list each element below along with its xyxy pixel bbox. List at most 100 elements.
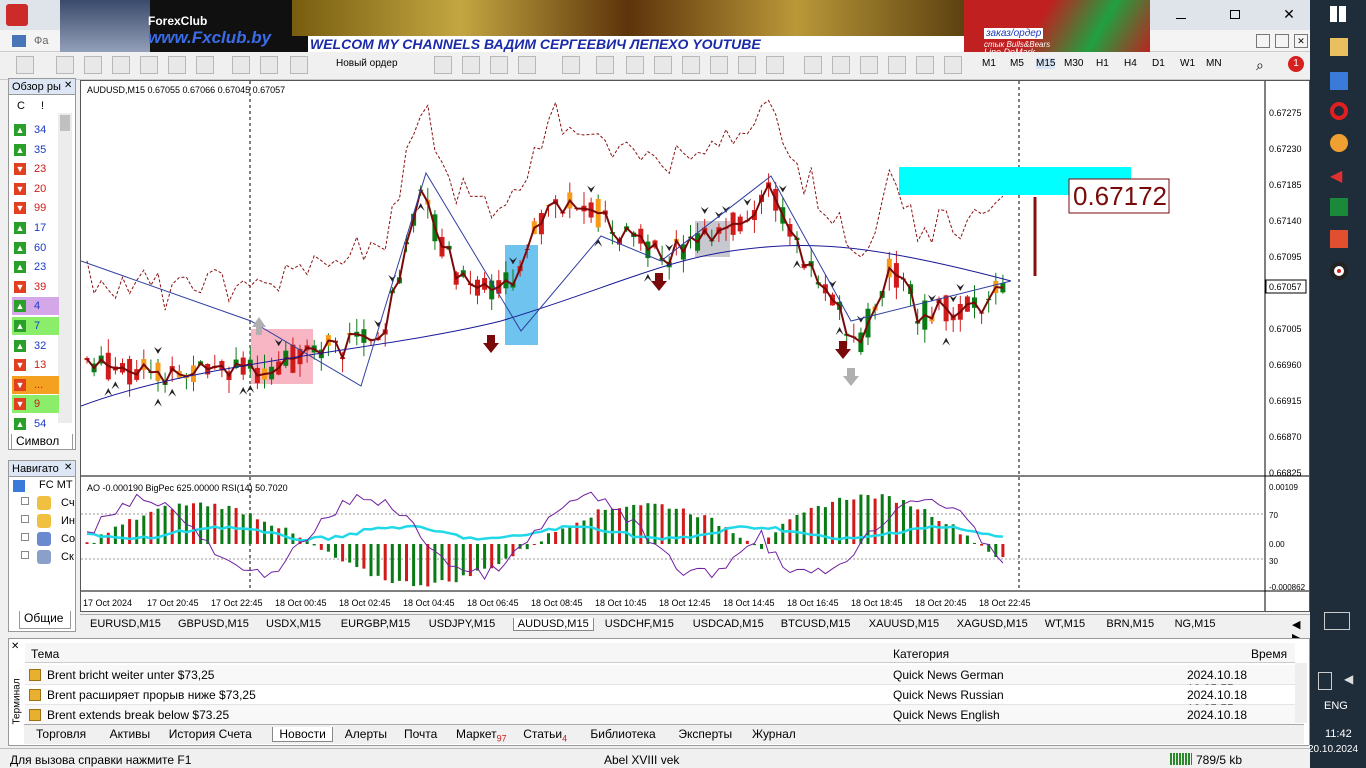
- crosshair-icon[interactable]: [654, 56, 672, 74]
- watch-row[interactable]: ▼ 13: [12, 356, 59, 374]
- opera-icon[interactable]: [1330, 102, 1348, 120]
- tf-d1[interactable]: D1: [1152, 58, 1165, 69]
- terminal-close-icon[interactable]: ✕: [11, 641, 19, 652]
- symbol-tab[interactable]: BRN,M15: [1102, 618, 1158, 630]
- nav-indicators[interactable]: Ин: [61, 515, 75, 527]
- news-row[interactable]: Brent extends break below $73.25 Quick Ne…: [25, 705, 1295, 736]
- watch-row[interactable]: ▼ 39: [12, 278, 59, 296]
- child-minimize-button[interactable]: [1256, 34, 1270, 48]
- menu-file[interactable]: Фа: [34, 35, 48, 47]
- tf-m30[interactable]: M30: [1064, 58, 1083, 69]
- paint-icon[interactable]: [1330, 134, 1348, 152]
- expand-icon[interactable]: [21, 551, 29, 559]
- watch-row[interactable]: ▼ 99: [12, 199, 59, 217]
- tf-h1[interactable]: H1: [1096, 58, 1109, 69]
- trendline-icon[interactable]: [738, 56, 756, 74]
- ad-banner[interactable]: ForexClub www.Fxclub.by WELCOM MY CHANNE…: [60, 0, 1150, 56]
- expand-icon[interactable]: [21, 497, 29, 505]
- terminal-tab[interactable]: Торговля: [30, 727, 92, 741]
- zoom-in-icon[interactable]: [434, 56, 452, 74]
- symbol-tab[interactable]: EURUSD,M15: [86, 618, 165, 630]
- nav-root[interactable]: FC MT: [39, 479, 73, 491]
- terminal-app-icon[interactable]: [1330, 230, 1348, 248]
- navigator-close-icon[interactable]: ✕: [64, 462, 72, 473]
- terminal-tab[interactable]: Статьи4: [517, 727, 573, 743]
- rectangle-icon[interactable]: [832, 56, 850, 74]
- new-chart-icon[interactable]: [16, 56, 34, 74]
- terminal-tab[interactable]: История Счета: [163, 727, 258, 741]
- ellipse-icon[interactable]: [804, 56, 822, 74]
- text-icon[interactable]: [888, 56, 906, 74]
- expand-icon[interactable]: [21, 515, 29, 523]
- child-close-button[interactable]: ✕: [1294, 34, 1308, 48]
- templates-icon[interactable]: [596, 56, 614, 74]
- child-restore-button[interactable]: [1275, 34, 1289, 48]
- symbol-tab[interactable]: EURGBP,M15: [337, 618, 415, 630]
- expand-icon[interactable]: [21, 533, 29, 541]
- tf-w1[interactable]: W1: [1180, 58, 1195, 69]
- terminal-tab[interactable]: Алерты: [339, 727, 393, 741]
- watch-row[interactable]: ▲ 4: [12, 297, 59, 316]
- col-time[interactable]: Время: [1251, 647, 1287, 661]
- line-chart-icon[interactable]: [518, 56, 536, 74]
- symbol-tab[interactable]: USDJPY,M15: [425, 618, 499, 630]
- tf-mn[interactable]: MN: [1206, 58, 1222, 69]
- calculator-icon[interactable]: [1330, 198, 1348, 216]
- symbol-tab[interactable]: NG,M15: [1171, 618, 1220, 630]
- terminal-scrollbar[interactable]: [1295, 663, 1307, 723]
- indicators-icon[interactable]: [562, 56, 580, 74]
- label-icon[interactable]: [916, 56, 934, 74]
- news-row[interactable]: Brent расширяет прорыв ниже $73,25 Quick …: [25, 685, 1295, 716]
- auto-trading-icon[interactable]: [232, 56, 250, 74]
- tester-icon[interactable]: [196, 56, 214, 74]
- terminal-tab[interactable]: Почта: [398, 727, 443, 741]
- navigator-icon[interactable]: [112, 56, 130, 74]
- profiles-icon[interactable]: [56, 56, 74, 74]
- watch-row[interactable]: ▼ 20: [12, 180, 59, 198]
- col-category[interactable]: Категория: [893, 647, 949, 661]
- watch-row[interactable]: ▼ 23: [12, 160, 59, 178]
- watch-row[interactable]: ▼...: [12, 375, 59, 394]
- watch-row[interactable]: ▲ 23: [12, 258, 59, 276]
- nav-scripts[interactable]: Ск: [61, 551, 74, 563]
- terminal-tab[interactable]: Маркет97: [450, 727, 513, 743]
- symbol-tab[interactable]: XAUUSD,M15: [865, 618, 943, 630]
- new-order-icon[interactable]: [290, 56, 308, 74]
- symbol-tab[interactable]: BTCUSD,M15: [777, 618, 855, 630]
- vertical-line-icon[interactable]: [682, 56, 700, 74]
- horizontal-line-icon[interactable]: [710, 56, 728, 74]
- network-icon[interactable]: [1318, 672, 1332, 690]
- terminal-tab[interactable]: Журнал: [746, 727, 802, 741]
- symbol-tab[interactable]: USDCAD,M15: [689, 618, 768, 630]
- watch-row[interactable]: ▲ 17: [12, 219, 59, 237]
- nav-accounts[interactable]: Сч: [61, 497, 75, 509]
- tf-m5[interactable]: M5: [1010, 58, 1024, 69]
- news-row[interactable]: Brent bricht weiter unter $73,25 Quick Ne…: [25, 665, 1295, 696]
- symbol-tab[interactable]: USDX,M15: [262, 618, 325, 630]
- watch-scrollbar[interactable]: [58, 113, 72, 423]
- symbol-tab[interactable]: XAGUSD,M15: [953, 618, 1032, 630]
- watch-row[interactable]: ▲ 7: [12, 317, 59, 335]
- symbol-tab[interactable]: WT,M15: [1041, 618, 1089, 630]
- explorer-icon[interactable]: [1330, 38, 1348, 56]
- options-icon[interactable]: [260, 56, 278, 74]
- symbol-tab[interactable]: GBPUSD,M15: [174, 618, 253, 630]
- tf-m1[interactable]: M1: [982, 58, 996, 69]
- watch-row[interactable]: ▲ 32: [12, 337, 59, 355]
- close-button[interactable]: ✕: [1276, 6, 1302, 24]
- maximize-button[interactable]: [1222, 6, 1248, 24]
- nav-experts[interactable]: Со: [61, 533, 75, 545]
- volume-icon[interactable]: ◀: [1344, 672, 1358, 690]
- status-profile[interactable]: Abel XVIII vek: [604, 753, 679, 767]
- windows-start-icon[interactable]: [1330, 6, 1348, 24]
- record-icon[interactable]: [1330, 262, 1348, 280]
- search-icon[interactable]: ⌕: [1256, 57, 1264, 74]
- terminal-tab[interactable]: Новости: [272, 727, 333, 742]
- terminal-tab[interactable]: Библиотека: [584, 727, 661, 741]
- terminal-tab[interactable]: Эксперты: [672, 727, 738, 741]
- col-symbol-header[interactable]: С: [17, 100, 25, 112]
- new-order-button[interactable]: Новый ордер: [336, 58, 398, 69]
- market-watch-tab-symbols[interactable]: Символ: [11, 434, 73, 450]
- market-watch-close-icon[interactable]: ✕: [64, 80, 72, 91]
- data-window-icon[interactable]: [140, 56, 158, 74]
